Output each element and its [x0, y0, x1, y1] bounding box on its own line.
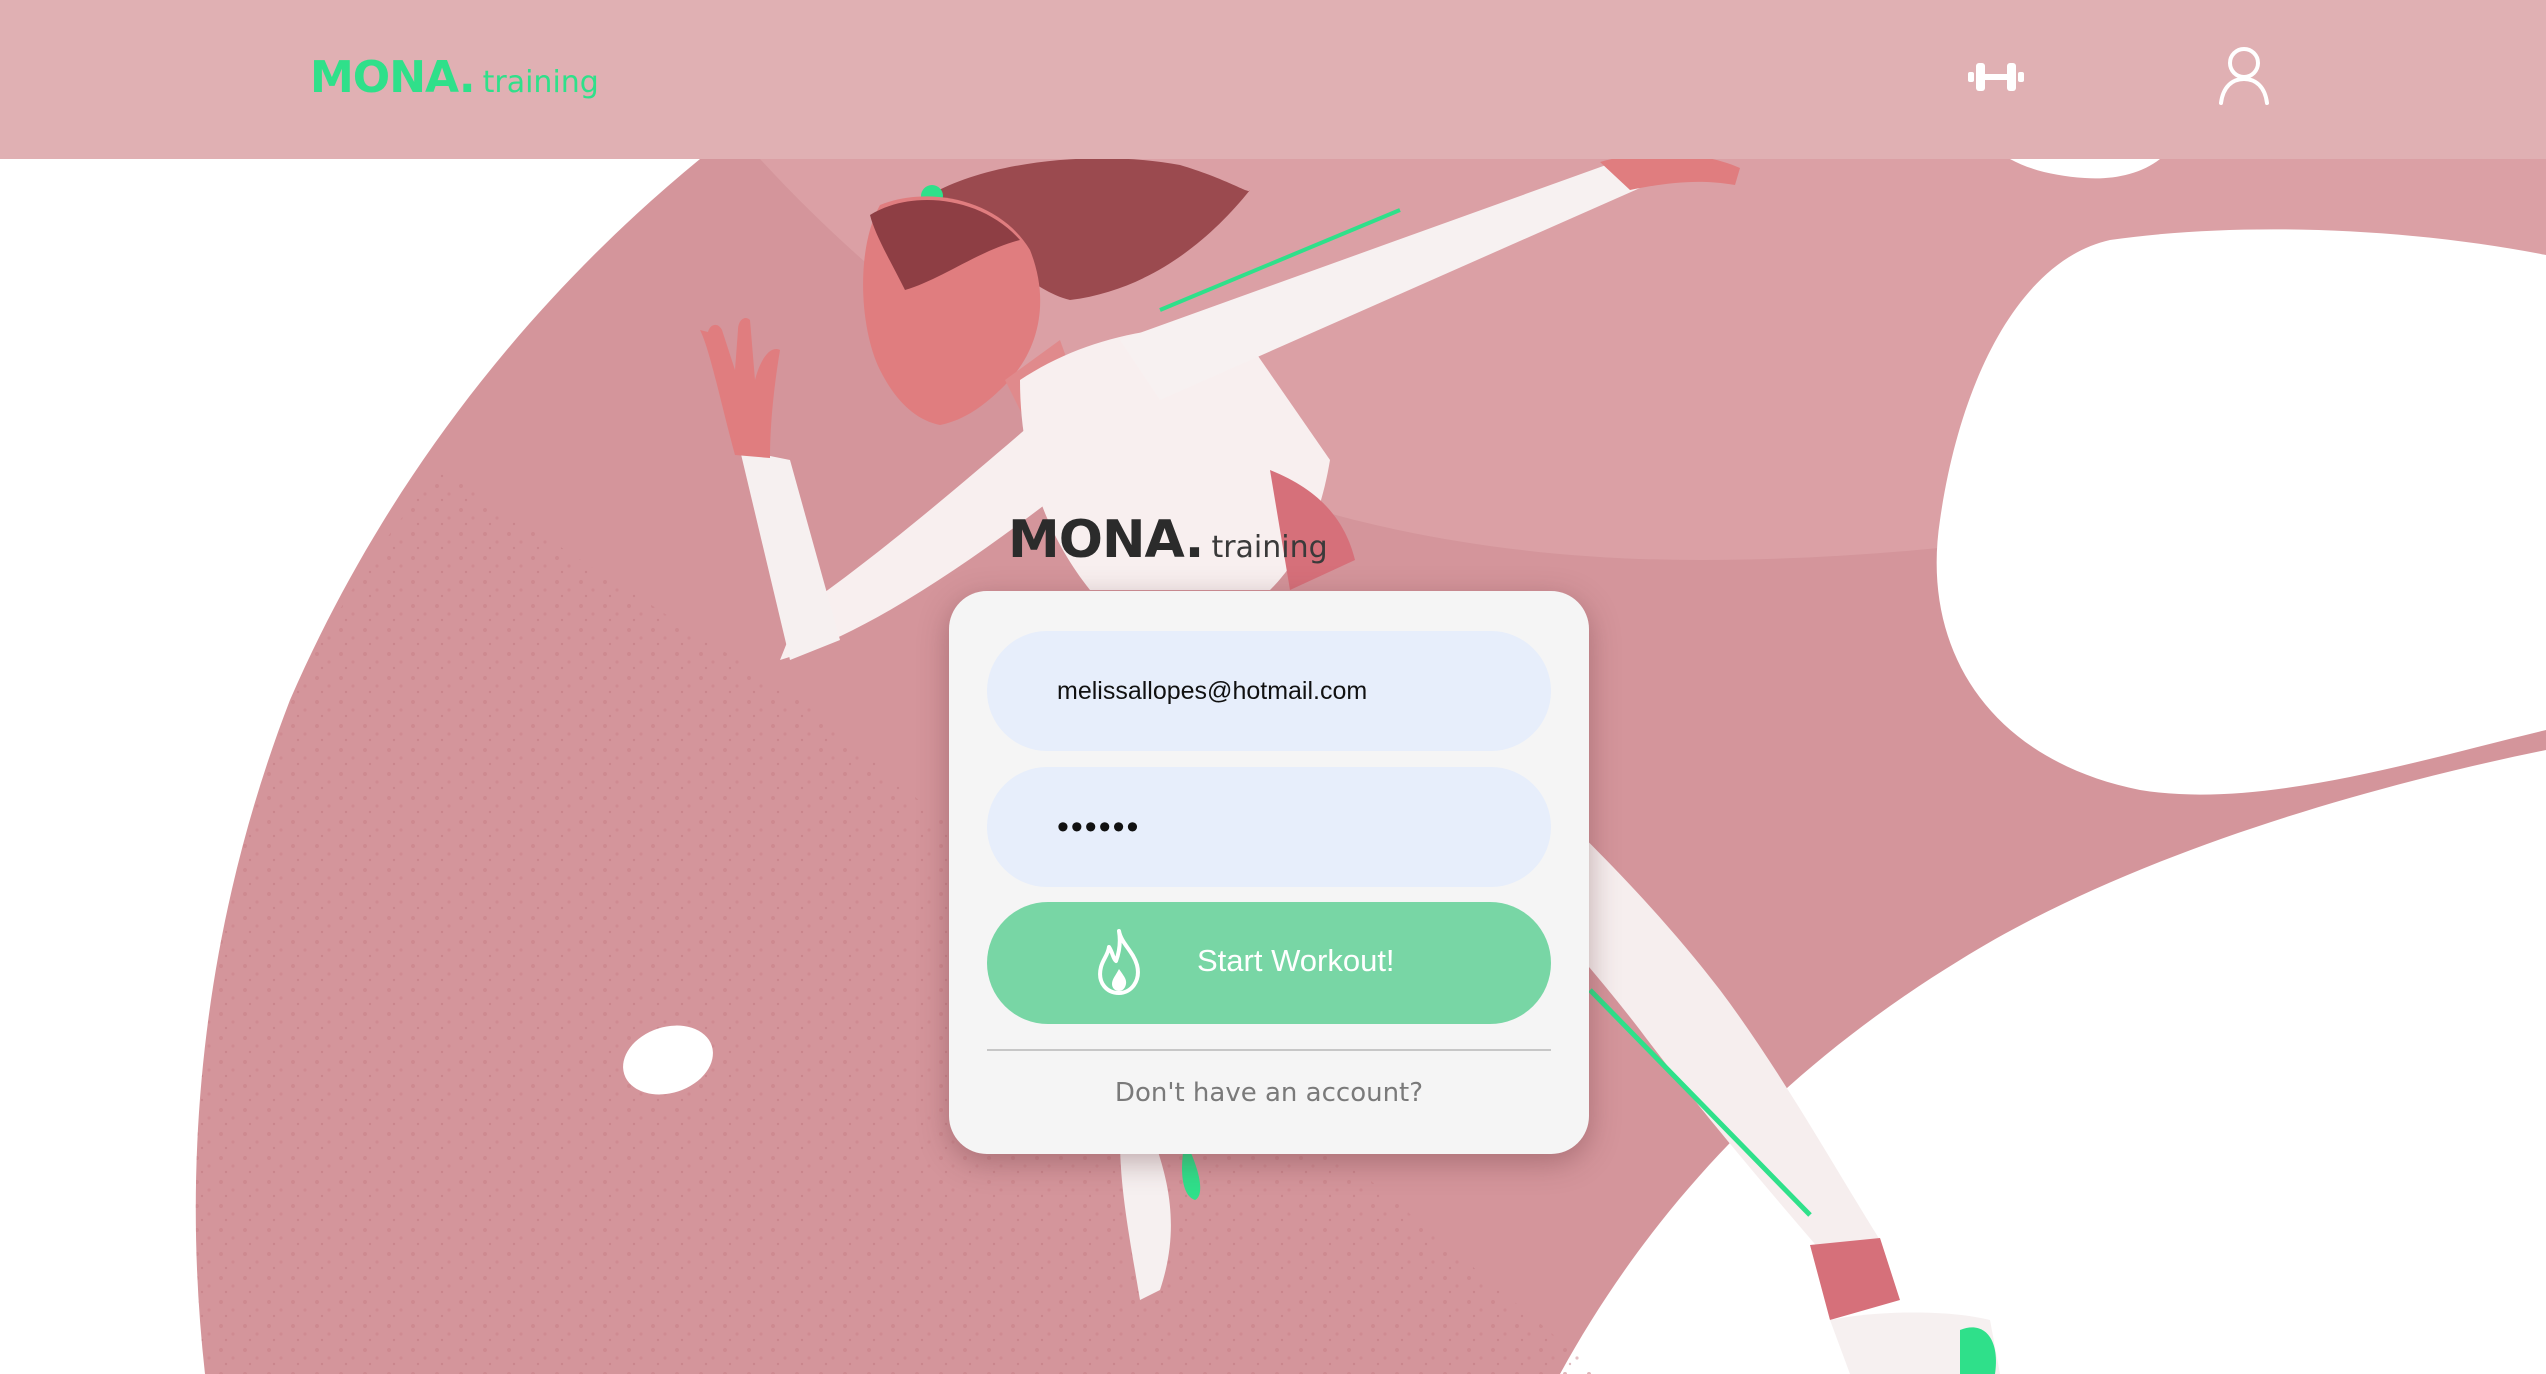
white-hole	[1936, 229, 2546, 795]
login-logo: MONA. training	[1008, 510, 1328, 570]
profile-nav-button[interactable]	[2216, 44, 2272, 106]
start-workout-button[interactable]: Start Workout!	[987, 902, 1551, 1024]
login-logo-main: MONA.	[1008, 510, 1204, 570]
workouts-nav-button[interactable]	[1968, 55, 2024, 99]
flame-icon	[1098, 929, 1140, 995]
top-navbar: MONA. training	[0, 0, 2546, 159]
start-workout-label: Start Workout!	[1197, 943, 1395, 978]
brand-logo[interactable]: MONA. training	[310, 52, 599, 103]
email-field[interactable]	[987, 631, 1551, 751]
brand-logo-main: MONA.	[310, 52, 476, 103]
password-field[interactable]	[987, 767, 1551, 887]
login-card: Start Workout! Don't have an account?	[949, 591, 1589, 1154]
divider	[987, 1049, 1551, 1051]
dumbbell-icon	[1968, 63, 2024, 91]
brand-logo-sub: training	[482, 65, 599, 100]
user-icon	[2219, 47, 2269, 105]
signup-link[interactable]: Don't have an account?	[949, 1078, 1589, 1108]
login-logo-sub: training	[1211, 530, 1328, 565]
